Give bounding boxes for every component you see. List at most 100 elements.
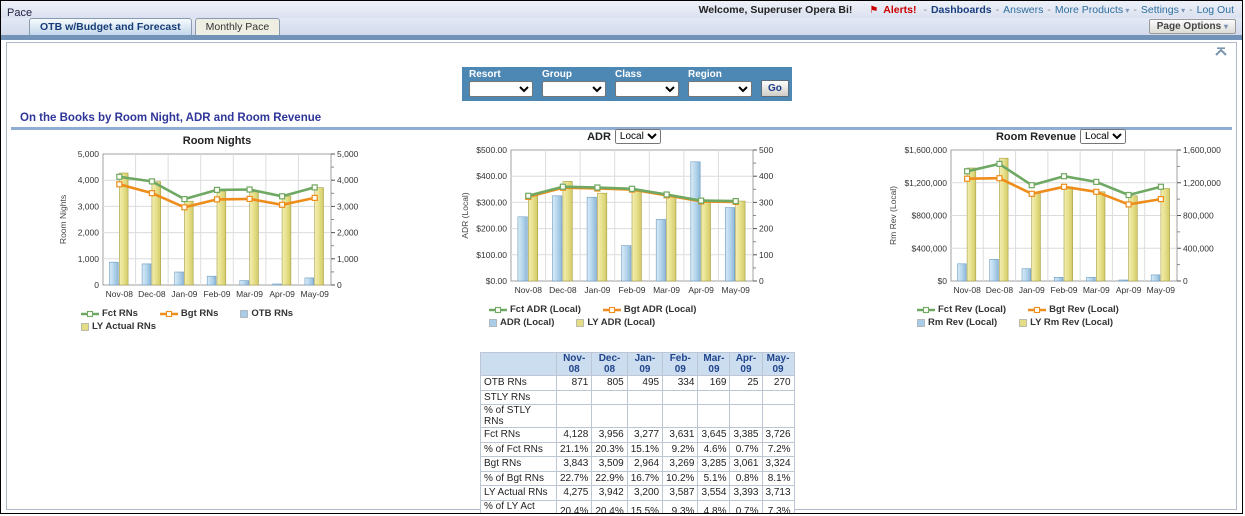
alerts-link[interactable]: Alerts! [883,4,916,16]
svg-text:Apr-09: Apr-09 [688,285,714,295]
tab-monthly-pace[interactable]: Monthly Pace [195,18,281,35]
tab-otb-w-budget-and-forecast[interactable]: OTB w/Budget and Forecast [29,18,192,35]
nav-separator: - [996,4,1000,16]
svg-text:Mar-09: Mar-09 [1083,285,1110,295]
table-cell: 4,275 [557,486,592,501]
svg-text:0: 0 [759,276,764,286]
filter-label: Class [615,69,679,80]
nav-link-settings[interactable]: Settings [1141,4,1179,16]
legend-item: Fct RNs [81,308,138,319]
table-cell [762,390,794,405]
table-header-row: Nov-08Dec-08Jan-09Feb-09Mar-09Apr-09May-… [481,353,795,376]
svg-text:0: 0 [337,280,342,290]
legend-item: OTB RNs [240,308,293,319]
svg-text:Nov-08: Nov-08 [953,285,981,295]
adr-unit-select[interactable]: Local [615,129,661,144]
chart-title-row: Room Nights [57,133,377,148]
table-cell: 15.5% [627,500,662,514]
legend-item: ADR (Local) [489,317,554,328]
table-month-header: Jan-09 [627,353,662,376]
table-cell: 20.3% [592,442,627,457]
filter-fields: ResortGroupClassRegion [469,69,761,97]
chevron-down-icon: ▾ [1224,22,1228,31]
svg-text:0: 0 [1183,276,1188,286]
table-row: % of Fct RNs21.1%20.3%15.1%9.2%4.6%0.7%7… [481,442,795,457]
table-cell: 334 [663,376,698,391]
svg-text:0: 0 [94,280,99,290]
svg-text:5,000: 5,000 [78,149,100,159]
svg-text:Feb-09: Feb-09 [1051,285,1078,295]
svg-text:$400.00: $400.00 [476,171,507,181]
table-cell: 495 [627,376,662,391]
table-cell [663,390,698,405]
table-row: LY Actual RNs4,2753,9423,2003,5873,5543,… [481,486,795,501]
table-cell [698,405,730,428]
legend-label: LY Actual RNs [92,321,156,332]
table-cell: 3,631 [663,428,698,443]
table-cell: 5.1% [698,471,730,486]
table-month-header: Dec-08 [592,353,627,376]
svg-text:Mar-09: Mar-09 [653,285,680,295]
row-label: % of LY Act RNs [481,500,557,514]
table-cell [557,405,592,428]
legend-item: LY Actual RNs [81,321,156,332]
table-cell: 3,956 [592,428,627,443]
chart-plot: 001,0001,0002,0002,0003,0003,0004,0004,0… [57,148,377,300]
chart-legend: Fct ADR (Local)Bgt ADR (Local)ADR (Local… [459,304,789,330]
svg-text:$300.00: $300.00 [476,197,507,207]
chart-plot: $00$400,000400,000$800,000800,000$1,200,… [887,144,1235,296]
collapse-section-icon[interactable] [1214,47,1228,57]
legend-label: LY Rm Rev (Local) [1030,317,1113,328]
filter-select-class[interactable] [615,81,679,97]
table-month-header: Feb-09 [663,353,698,376]
dashboard-content: ResortGroupClassRegion Go On the Books b… [6,42,1237,510]
svg-text:Jan-09: Jan-09 [1019,285,1045,295]
table-cell: 3,713 [762,486,794,501]
table-cell: 9.3% [663,500,698,514]
table-cell: 7.3% [762,500,794,514]
table-cell: 3,324 [762,457,794,472]
table-cell: 3,587 [663,486,698,501]
table-row: % of STLY RNs [481,405,795,428]
square-marker-icon [917,319,925,327]
table-cell [627,405,662,428]
filter-select-resort[interactable] [469,81,533,97]
alert-flag-icon: ⚑ [869,5,878,16]
svg-text:1,000: 1,000 [337,254,359,264]
table-cell: 3,061 [730,457,762,472]
svg-text:800,000: 800,000 [1183,211,1214,221]
table-cell [762,405,794,428]
svg-text:Rm Rev (Local): Rm Rev (Local) [888,186,898,245]
filter-select-region[interactable] [688,81,752,97]
welcome-text: Welcome, Superuser Opera Bi! [699,4,853,16]
table-row: % of Bgt RNs22.7%22.9%16.7%10.2%5.1%0.8%… [481,471,795,486]
table-cell: 3,385 [730,428,762,443]
svg-text:300: 300 [759,197,773,207]
nav-link-more-products[interactable]: More Products [1055,4,1123,16]
svg-text:Mar-09: Mar-09 [236,289,263,299]
filter-select-group[interactable] [542,81,606,97]
table-month-header: May-09 [762,353,794,376]
svg-text:$1,200,000: $1,200,000 [904,178,947,188]
table-cell: 169 [698,376,730,391]
svg-text:$200.00: $200.00 [476,224,507,234]
table-cell: 3,393 [730,486,762,501]
page-options-button[interactable]: Page Options ▾ [1149,19,1236,34]
table-cell: 3,277 [627,428,662,443]
table-cell: 22.7% [557,471,592,486]
nav-link-answers[interactable]: Answers [1003,4,1043,16]
row-label: % of Bgt RNs [481,471,557,486]
svg-text:200: 200 [759,224,773,234]
square-marker-icon [240,310,248,318]
nav-link-dashboards[interactable]: Dashboards [931,4,992,16]
square-marker-icon [1019,319,1027,327]
table-cell: 0.7% [730,442,762,457]
go-button[interactable]: Go [761,80,789,97]
svg-text:May-09: May-09 [301,289,330,299]
svg-text:$0: $0 [938,276,948,286]
nav-link-log-out[interactable]: Log Out [1197,4,1234,16]
chart-legend: Fct Rev (Local)Bgt Rev (Local)Rm Rev (Lo… [887,304,1235,330]
row-label: OTB RNs [481,376,557,391]
section-title: On the Books by Room Night, ADR and Room… [20,112,321,124]
room-revenue-unit-select[interactable]: Local [1080,129,1126,144]
